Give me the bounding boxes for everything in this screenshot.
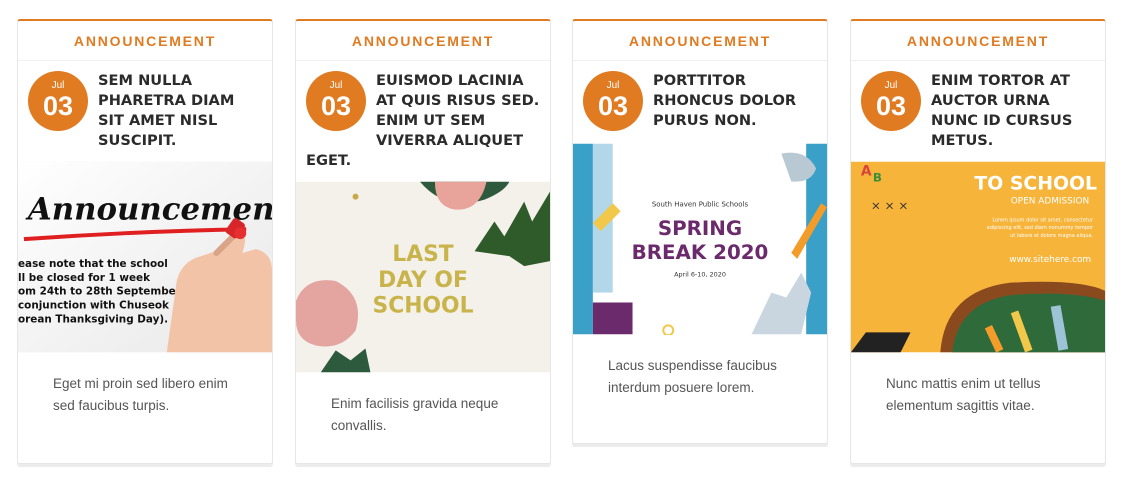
- image-line: om 24th to 28th September: [18, 286, 182, 298]
- post-excerpt: Enim facilisis gravida neque convallis.: [331, 396, 499, 433]
- post-thumbnail[interactable]: LAST DAY OF SCHOOL: [296, 181, 550, 373]
- image-body: Lorem ipsum dolor sit amet, consectetur: [992, 217, 1094, 223]
- date-badge: Jul 03: [861, 71, 921, 131]
- image-line: ease note that the school: [18, 258, 168, 270]
- post-excerpt: Lacus suspendisse faucibus interdum posu…: [608, 358, 777, 395]
- post-header: Jul 03 ENIM TORTOR AT AUCTOR URNA NUNC I…: [851, 61, 1105, 161]
- post-card[interactable]: ANNOUNCEMENT Jul 03 EUISMOD LACINIA AT Q…: [295, 19, 551, 464]
- svg-text:A: A: [861, 164, 872, 180]
- post-header: Jul 03 SEM NULLA PHARETRA DIAM SIT AMET …: [18, 61, 272, 161]
- date-badge: Jul 03: [306, 71, 366, 131]
- category-label[interactable]: ANNOUNCEMENT: [296, 21, 550, 61]
- image-url: www.sitehere.com: [1009, 255, 1091, 265]
- date-month: Jul: [884, 80, 898, 91]
- image-line: ll be closed for 1 week: [18, 272, 151, 284]
- post-card[interactable]: ANNOUNCEMENT Jul 03 ENIM TORTOR AT AUCTO…: [850, 19, 1106, 464]
- image-body: ut labore et dolore magna aliqua.: [1010, 233, 1093, 239]
- post-excerpt: Nunc mattis enim ut tellus elementum sag…: [886, 376, 1041, 413]
- post-header: Jul 03 PORTTITOR RHONCUS DOLOR PURUS NON…: [573, 61, 827, 143]
- image-line: DAY OF: [378, 268, 468, 293]
- post-thumbnail[interactable]: South Haven Public Schools SPRING BREAK …: [573, 143, 827, 335]
- svg-text:× × ×: × × ×: [871, 198, 908, 212]
- category-label[interactable]: ANNOUNCEMENT: [18, 21, 272, 61]
- date-day: 03: [42, 91, 74, 121]
- date-month: Jul: [329, 80, 343, 91]
- date-month: Jul: [606, 80, 620, 91]
- post-excerpt: Eget mi proin sed libero enim sed faucib…: [53, 376, 228, 413]
- post-thumbnail[interactable]: Announcement ease note that the school l…: [18, 161, 272, 353]
- image-line: SPRING: [658, 217, 742, 240]
- image-line: LAST: [392, 242, 453, 267]
- post-card[interactable]: ANNOUNCEMENT Jul 03 PORTTITOR RHONCUS DO…: [572, 19, 828, 444]
- image-heading: TO SCHOOL: [974, 174, 1097, 195]
- post-header: Jul 03 EUISMOD LACINIA AT QUIS RISUS SED…: [296, 61, 550, 181]
- post-thumbnail[interactable]: A B × × × TO SCHOOL OPEN ADMISSION Lorem…: [851, 161, 1105, 353]
- date-day: 03: [597, 91, 629, 121]
- svg-text:B: B: [873, 171, 882, 185]
- date-badge: Jul 03: [583, 71, 643, 131]
- image-line: conjunction with Chuseok: [18, 300, 170, 312]
- category-label[interactable]: ANNOUNCEMENT: [573, 21, 827, 61]
- image-line: BREAK 2020: [632, 241, 769, 264]
- image-line: SCHOOL: [373, 294, 474, 319]
- image-body: adipiscing elit, sed diam nonummy tempor: [987, 225, 1094, 231]
- image-sub: OPEN ADMISSION: [1011, 196, 1089, 206]
- image-line: orean Thanksgiving Day).: [18, 313, 168, 325]
- date-badge: Jul 03: [28, 71, 88, 131]
- image-dates: April 6-10, 2020: [674, 271, 726, 279]
- date-month: Jul: [51, 80, 65, 91]
- date-day: 03: [320, 91, 352, 121]
- date-day: 03: [875, 91, 907, 121]
- image-org: South Haven Public Schools: [652, 200, 749, 208]
- category-label[interactable]: ANNOUNCEMENT: [851, 21, 1105, 61]
- post-card[interactable]: ANNOUNCEMENT Jul 03 SEM NULLA PHARETRA D…: [17, 19, 273, 464]
